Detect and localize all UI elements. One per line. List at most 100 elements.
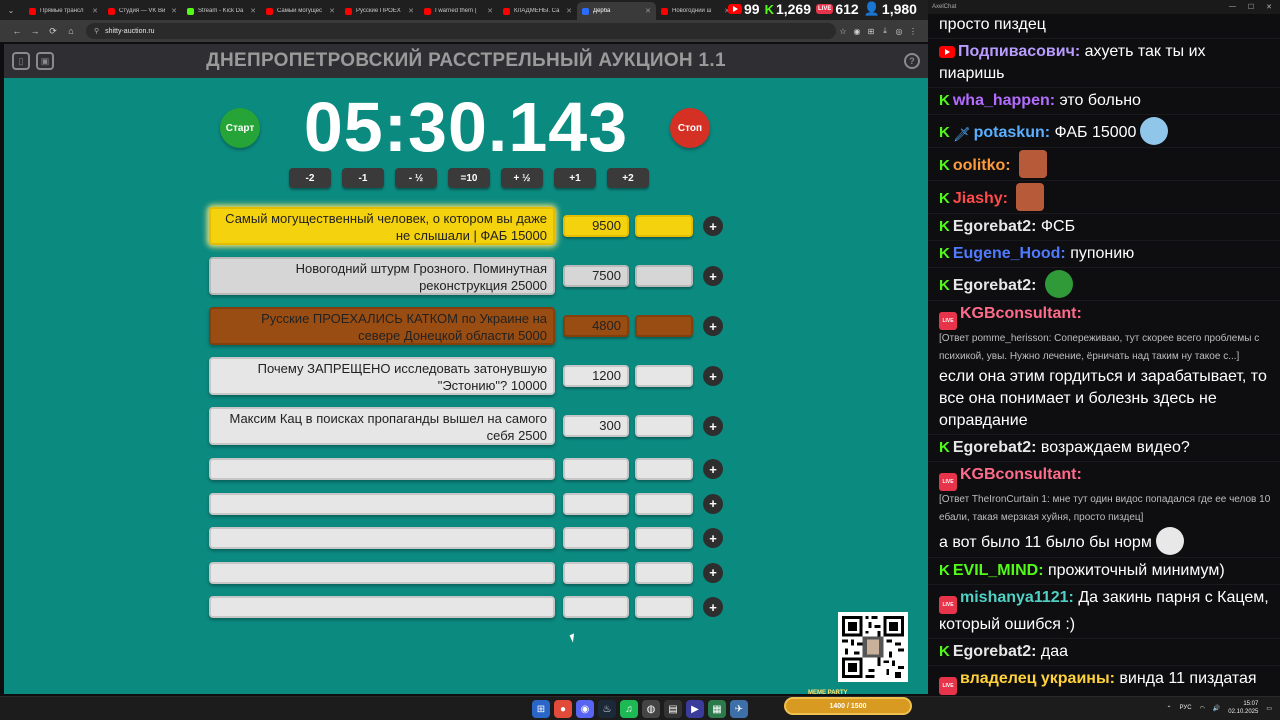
- timer-adjust-button[interactable]: =10: [448, 168, 490, 188]
- back-icon[interactable]: ←: [8, 26, 26, 36]
- tab-close-icon[interactable]: ✕: [408, 7, 414, 15]
- lot-add-button[interactable]: +: [703, 597, 723, 617]
- lot-amount-input[interactable]: 9500: [563, 215, 629, 237]
- address-bar[interactable]: ⚲ shitty-auction.ru: [86, 23, 836, 39]
- menu-icon[interactable]: ⋮: [906, 27, 920, 36]
- lot-name-input[interactable]: [209, 492, 555, 515]
- tab-close-icon[interactable]: ✕: [566, 7, 572, 15]
- obs-icon[interactable]: ◍: [642, 700, 660, 718]
- lot-add-amount-input[interactable]: [635, 492, 693, 515]
- lot-add-button[interactable]: +: [703, 459, 723, 479]
- chat-username[interactable]: Подпивасович:: [958, 43, 1080, 60]
- lot-amount-input[interactable]: 7500: [563, 265, 629, 287]
- lot-amount-input[interactable]: [563, 596, 629, 618]
- timer-adjust-button[interactable]: -2: [289, 168, 331, 188]
- start-menu-icon[interactable]: ⊞: [532, 700, 550, 718]
- lot-add-amount-input[interactable]: [635, 215, 693, 237]
- chat-username[interactable]: Egorebat2:: [953, 643, 1037, 660]
- browser-tab[interactable]: Студия — VK Ви ✕: [103, 2, 182, 20]
- chat-username[interactable]: oolitko:: [953, 157, 1011, 174]
- lot-add-amount-input[interactable]: [635, 458, 693, 480]
- lot-add-amount-input[interactable]: [635, 315, 693, 337]
- steam-icon[interactable]: ♨: [598, 700, 616, 718]
- tab-close-icon[interactable]: ✕: [329, 7, 335, 15]
- chat-username[interactable]: Jiashy:: [953, 190, 1008, 207]
- extension-icon[interactable]: ⊞: [864, 27, 878, 36]
- lot-add-button[interactable]: +: [703, 266, 723, 286]
- lot-name-input[interactable]: [209, 561, 555, 584]
- tab-close-icon[interactable]: ✕: [250, 7, 256, 15]
- browser-tab[interactable]: Самый могущес ✕: [261, 2, 340, 20]
- lot-name-input[interactable]: Новогодний штурм Грозного. Поминутная ре…: [209, 257, 555, 295]
- timer-adjust-button[interactable]: + ½: [501, 168, 543, 188]
- chat-username[interactable]: владелец украины:: [960, 670, 1115, 687]
- app-icon[interactable]: ✈: [730, 700, 748, 718]
- lot-name-input[interactable]: Почему ЗАПРЕЩЕНО исследовать затонувшую …: [209, 357, 555, 395]
- lot-amount-input[interactable]: [563, 561, 629, 584]
- browser-tab[interactable]: Дерба ✕: [577, 2, 656, 20]
- chat-username[interactable]: wha_happen:: [953, 92, 1055, 109]
- lot-amount-input[interactable]: [563, 458, 629, 480]
- browser-tab[interactable]: Новогодний ш✕: [656, 2, 735, 20]
- lot-add-amount-input[interactable]: [635, 365, 693, 387]
- chat-username[interactable]: mishanya1121:: [960, 589, 1074, 606]
- browser-tab[interactable]: Прямые трансл ✕: [24, 2, 103, 20]
- tab-close-icon[interactable]: ✕: [487, 7, 493, 15]
- app-icon[interactable]: ▦: [708, 700, 726, 718]
- lot-name-input[interactable]: Максим Кац в поисках пропаганды вышел на…: [209, 407, 555, 445]
- chat-username[interactable]: EVIL_MIND:: [953, 562, 1044, 579]
- spotify-icon[interactable]: ♫: [620, 700, 638, 718]
- app-icon[interactable]: ▶: [686, 700, 704, 718]
- lot-add-button[interactable]: +: [703, 493, 723, 514]
- lot-name-input[interactable]: Самый могущественный человек, о котором …: [209, 207, 555, 245]
- lot-name-input[interactable]: [209, 596, 555, 618]
- lot-amount-input[interactable]: 1200: [563, 365, 629, 387]
- lot-name-input[interactable]: [209, 527, 555, 549]
- browser-tab[interactable]: КЛАДМЕНЫ. Са ✕: [498, 2, 577, 20]
- lot-name-input[interactable]: Русские ПРОЕХАЛИСЬ КАТКОМ по Украине на …: [209, 307, 555, 345]
- timer-adjust-button[interactable]: +2: [607, 168, 649, 188]
- lot-amount-input[interactable]: 4800: [563, 315, 629, 337]
- lot-add-button[interactable]: +: [703, 216, 723, 236]
- extension-icon[interactable]: ◉: [850, 27, 864, 36]
- tab-search-icon[interactable]: ⌄: [4, 3, 18, 17]
- chat-username[interactable]: KGBconsultant:: [960, 305, 1082, 322]
- language-indicator[interactable]: РУС: [1180, 705, 1192, 711]
- tab-close-icon[interactable]: ✕: [92, 7, 98, 15]
- close-icon[interactable]: ✕: [1266, 3, 1272, 11]
- chat-username[interactable]: Egorebat2:: [953, 277, 1037, 294]
- timer-adjust-button[interactable]: - ½: [395, 168, 437, 188]
- chrome-icon[interactable]: ●: [554, 700, 572, 718]
- minimize-icon[interactable]: —: [1229, 3, 1236, 11]
- download-icon[interactable]: ⤓: [878, 26, 892, 36]
- home-icon[interactable]: ⌂: [62, 26, 80, 36]
- clock[interactable]: 15:07 02.10.2025: [1228, 700, 1258, 716]
- forward-icon[interactable]: →: [26, 26, 44, 36]
- lot-add-amount-input[interactable]: [635, 265, 693, 287]
- tab-close-icon[interactable]: ✕: [171, 7, 177, 15]
- volume-icon[interactable]: 🔊: [1213, 705, 1220, 712]
- lot-add-button[interactable]: +: [703, 562, 723, 583]
- lot-amount-input[interactable]: 300: [563, 415, 629, 437]
- tab-close-icon[interactable]: ✕: [645, 7, 651, 15]
- chat-username[interactable]: Egorebat2:: [953, 218, 1037, 235]
- lot-add-button[interactable]: +: [703, 366, 723, 386]
- lot-add-button[interactable]: +: [703, 316, 723, 336]
- wifi-icon[interactable]: ◠: [1200, 705, 1205, 712]
- chat-username[interactable]: KGBconsultant:: [960, 466, 1082, 483]
- lot-add-amount-input[interactable]: [635, 527, 693, 549]
- stop-button[interactable]: Стоп: [670, 108, 710, 148]
- help-icon[interactable]: ?: [904, 53, 920, 69]
- lot-name-input[interactable]: [209, 458, 555, 480]
- browser-tab[interactable]: I warned them (✕: [419, 2, 498, 20]
- chevron-up-icon[interactable]: ⌃: [1167, 705, 1172, 712]
- notification-icon[interactable]: ▭: [1266, 705, 1272, 712]
- lot-add-button[interactable]: +: [703, 416, 723, 436]
- discord-icon[interactable]: ◉: [576, 700, 594, 718]
- timer-adjust-button[interactable]: -1: [342, 168, 384, 188]
- chat-username[interactable]: Eugene_Hood:: [953, 245, 1066, 262]
- lot-add-amount-input[interactable]: [635, 596, 693, 618]
- maximize-icon[interactable]: ☐: [1248, 3, 1254, 11]
- lot-amount-input[interactable]: [563, 492, 629, 515]
- chat-username[interactable]: potaskun:: [974, 124, 1050, 141]
